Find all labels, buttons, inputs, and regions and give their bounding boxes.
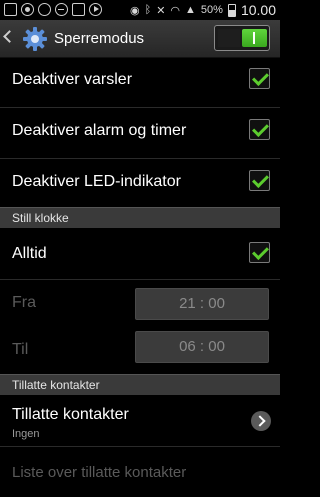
setting-always[interactable]: Alltid <box>0 228 280 280</box>
setting-label: Alltid <box>12 245 47 262</box>
chevron-right-icon[interactable] <box>251 411 271 431</box>
setting-disable-alarm-timer[interactable]: Deaktiver alarm og timer <box>0 108 280 159</box>
bluetooth-icon: ᛒ <box>144 4 152 16</box>
switch-off-area <box>218 29 240 47</box>
clock: 10.00 <box>240 2 276 18</box>
action-bar: Sperremodus <box>0 20 280 58</box>
always-checkbox[interactable] <box>249 242 270 263</box>
notification-icons <box>4 3 102 16</box>
setting-label: Tillatte kontakter <box>12 406 129 423</box>
image-icon <box>72 3 85 16</box>
alarm-timer-checkbox[interactable] <box>249 119 270 140</box>
eye-icon: ◉ <box>129 4 140 17</box>
setting-disable-led[interactable]: Deaktiver LED-indikator <box>0 159 280 208</box>
mute-icon: ✕ <box>156 4 166 17</box>
minus-icon <box>55 3 68 16</box>
section-header-clock: Still klokke <box>0 207 280 228</box>
to-label: Til <box>12 341 29 358</box>
blocking-mode-switch[interactable] <box>214 25 270 51</box>
allowed-contacts-row[interactable]: Tillatte kontakter Ingen <box>0 395 280 447</box>
section-header-contacts: Tillatte kontakter <box>0 374 280 395</box>
setting-value: Ingen <box>12 428 40 440</box>
page-title: Sperremodus <box>54 30 145 47</box>
to-time-row: Til 06 : 00 <box>0 326 280 373</box>
setting-label: Deaktiver varsler <box>12 71 133 88</box>
notifications-checkbox[interactable] <box>249 68 270 89</box>
setting-disable-notifications[interactable]: Deaktiver varsler <box>0 58 280 108</box>
wifi-icon: ◠ <box>170 4 181 17</box>
setting-label: Deaktiver alarm og timer <box>12 122 187 139</box>
setting-label: Deaktiver LED-indikator <box>12 173 181 190</box>
to-time-field[interactable]: 06 : 00 <box>135 331 269 363</box>
battery-percent: 50% <box>200 4 223 16</box>
from-time-field[interactable]: 21 : 00 <box>135 288 269 320</box>
camera-icon <box>21 3 34 16</box>
switch-on-thumb <box>242 29 267 47</box>
back-icon[interactable] <box>3 30 16 43</box>
setting-label: Liste over tillatte kontakter <box>12 464 187 481</box>
status-bar: ◉ ᛒ ✕ ◠ ▲ 50% 10.00 <box>0 0 280 20</box>
block-icon <box>38 3 51 16</box>
battery-icon <box>227 3 236 17</box>
from-time-row: Fra 21 : 00 <box>0 280 280 326</box>
section-title: Still klokke <box>12 211 69 225</box>
signal-icon: ▲ <box>185 4 196 16</box>
gear-icon[interactable] <box>22 26 48 52</box>
led-checkbox[interactable] <box>249 170 270 191</box>
section-title: Tillatte kontakter <box>12 378 100 392</box>
play-icon <box>89 3 102 16</box>
mail-icon <box>4 3 17 16</box>
system-icons: ◉ ᛒ ✕ ◠ ▲ 50% 10.00 <box>130 2 276 18</box>
allowed-contacts-list-row: Liste over tillatte kontakter <box>0 447 280 497</box>
from-label: Fra <box>12 294 36 311</box>
